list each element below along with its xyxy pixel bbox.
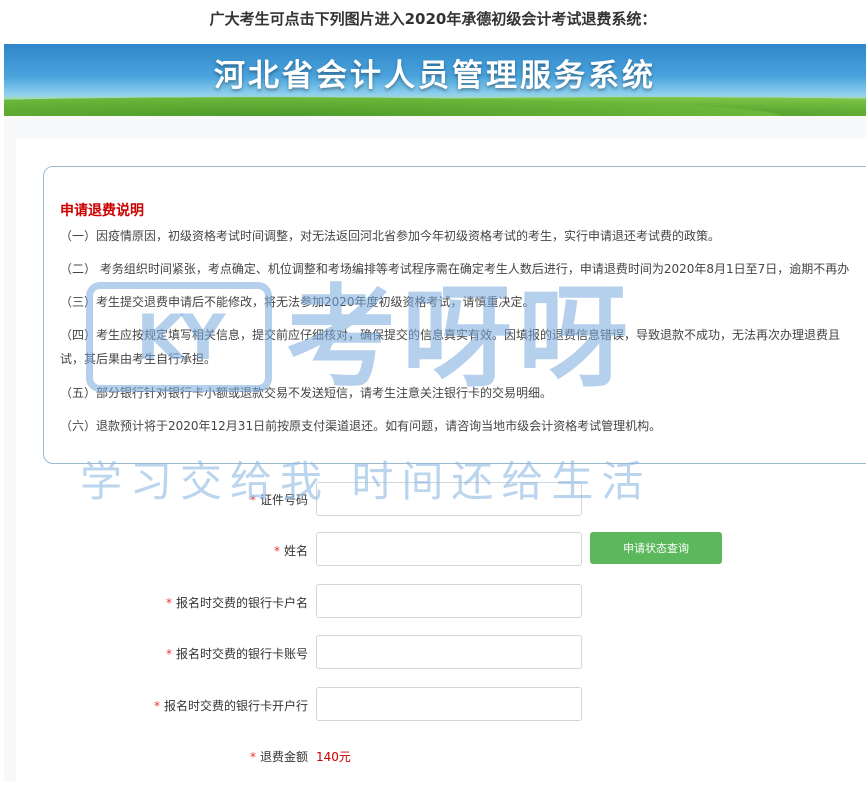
required-mark: *	[249, 750, 256, 764]
page-heading: 广大考生可点击下列图片进入2020年承德初级会计考试退费系统：	[209, 10, 657, 28]
watermark-logo: KY	[86, 282, 272, 392]
required-mark: *	[165, 647, 172, 661]
card-holder-label-text: 报名时交费的银行卡户名	[175, 596, 308, 610]
watermark-brand: 考呀呀	[286, 274, 634, 402]
notice-item-6: （六）退款预计将于2020年12月31日前按原支付渠道退还。如有问题，请咨询当地…	[60, 419, 662, 433]
card-holder-label: * 报名时交费的银行卡户名	[166, 594, 308, 611]
card-bank-input[interactable]	[316, 687, 582, 721]
fee-label-text: 退费金额	[259, 750, 308, 764]
system-banner[interactable]: 河北省会计人员管理服务系统	[4, 44, 866, 116]
query-status-button[interactable]: 申请状态查询	[590, 532, 722, 564]
fee-amount: 140元	[316, 750, 351, 764]
fee-label: * 退费金额	[250, 748, 308, 765]
banner-hills	[4, 94, 866, 116]
card-bank-label: * 报名时交费的银行卡开户行	[154, 697, 308, 714]
notice-title: 申请退费说明	[60, 203, 144, 219]
banner-title: 河北省会计人员管理服务系统	[214, 58, 656, 94]
required-mark: *	[153, 699, 160, 713]
card-number-input[interactable]	[316, 635, 582, 669]
watermark-slogan: 学习交给我 时间还给生活	[80, 457, 652, 506]
card-number-label: * 报名时交费的银行卡账号	[166, 645, 308, 662]
name-label-text: 姓名	[283, 544, 308, 558]
notice-item-1: （一）因疫情原因，初级资格考试时间调整，对无法返回河北省参加今年初级资格考试的考…	[60, 229, 721, 243]
required-mark: *	[273, 544, 280, 558]
name-input[interactable]	[316, 532, 582, 566]
name-label: * 姓名	[274, 542, 308, 559]
required-mark: *	[165, 596, 172, 610]
card-holder-input[interactable]	[316, 584, 582, 618]
card-bank-label-text: 报名时交费的银行卡开户行	[163, 699, 308, 713]
card-number-label-text: 报名时交费的银行卡账号	[175, 647, 308, 661]
